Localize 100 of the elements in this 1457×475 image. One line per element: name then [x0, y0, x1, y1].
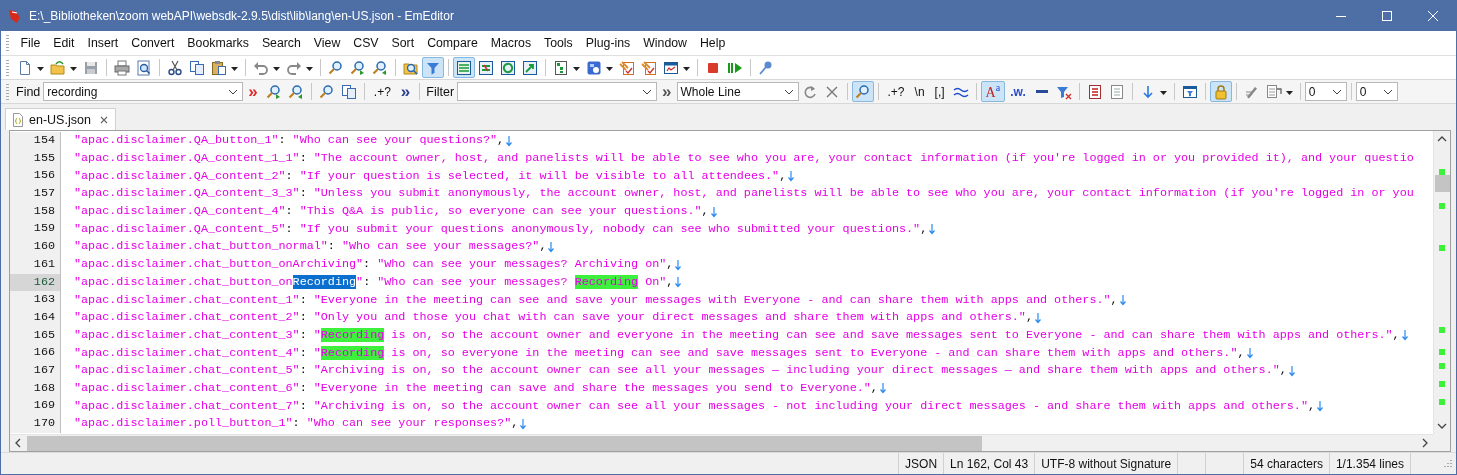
cut-icon	[167, 59, 183, 76]
status-cell: 54 characters	[1243, 453, 1329, 474]
folder-icon	[50, 59, 66, 76]
print-preview-icon	[136, 59, 152, 76]
search-hit-mark	[1439, 399, 1445, 405]
menu-item[interactable]: Macros	[484, 36, 538, 50]
option-button[interactable]: .+?	[368, 81, 396, 102]
line-number: 170	[10, 415, 61, 433]
option-button[interactable]: .+?	[882, 81, 910, 102]
code-line: "apac.disclaimer.QA_content_2": "If your question is selected, it will be visible to all attendees.",	[74, 168, 787, 184]
option-button[interactable]: .w.	[1005, 81, 1031, 102]
lock-button[interactable]	[1209, 81, 1232, 102]
app-icon	[7, 7, 23, 24]
overflow-button[interactable]: »	[662, 83, 672, 100]
window-arrows-icon	[478, 59, 494, 76]
search-hit-mark	[1439, 169, 1445, 175]
document-icon	[1108, 83, 1125, 100]
search-icon	[318, 83, 335, 100]
file-tab[interactable]: en-US.json	[5, 108, 116, 130]
option-button[interactable]: [,]	[929, 81, 950, 102]
menu-item[interactable]: CSV	[346, 36, 386, 50]
scroll-thumb[interactable]	[27, 435, 982, 451]
overflow-button[interactable]: »	[248, 83, 258, 100]
document-icon	[1086, 83, 1103, 100]
menu-item[interactable]: Tools	[537, 36, 580, 50]
menu-item[interactable]: Compare	[420, 36, 485, 50]
code-line: "apac.disclaimer.chat_button_onRecording": "Who can see your messages? Recording On",	[74, 274, 674, 290]
find-next-icon	[265, 83, 282, 100]
code-line: "apac.disclaimer.QA_content_4": "This Q&A is public, so everyone can see your questions.",	[74, 204, 709, 220]
filter-window-icon	[1181, 83, 1198, 100]
line-number: 169	[10, 397, 61, 415]
menu-item[interactable]: File	[14, 36, 47, 50]
combo-field[interactable]	[457, 82, 658, 101]
option-button[interactable]: \n	[909, 81, 930, 102]
line-number: 157	[10, 185, 61, 203]
search-icon	[854, 83, 871, 100]
cube-icon	[586, 59, 602, 76]
search-button[interactable]	[851, 81, 874, 102]
match-case-button[interactable]: A$^{a}$	[980, 81, 1006, 102]
find-previous-icon	[372, 59, 388, 76]
search-hit-mark	[1439, 363, 1445, 369]
chart-window-icon	[663, 59, 679, 76]
copy-icon	[340, 83, 357, 100]
filter-button[interactable]	[422, 57, 444, 78]
menu-item[interactable]: View	[307, 36, 347, 50]
close-icon[interactable]	[98, 114, 109, 125]
search-hit-mark	[1439, 327, 1445, 333]
vertical-scrollbar[interactable]	[1433, 131, 1450, 434]
search-icon	[328, 59, 344, 76]
menu-item[interactable]: Sort	[385, 36, 421, 50]
menu-item[interactable]: Bookmarks	[180, 36, 256, 50]
field-label: Find	[16, 84, 41, 99]
code-line: "apac.disclaimer.chat_content_2": "Only you and those you chat with can save your direct messages and share them with apps and others.",	[74, 310, 1033, 326]
code-line: "apac.disclaimer.QA_button_1": "Who can see your questions?",	[74, 133, 505, 149]
search-hit-mark	[1439, 381, 1445, 387]
dropdown[interactable]: Whole Line	[676, 82, 799, 101]
line-number: 163	[10, 291, 61, 309]
search-hit-mark	[1439, 349, 1445, 355]
window-title: E:\_Bibliotheken\zoom webAPI\websdk-2.9.5\dist\lib\lang\en-US.json - EmEditor	[29, 8, 454, 23]
code-line: "apac.disclaimer.chat_button_normal": "Who can see your messages?",	[74, 239, 547, 255]
status-cell: UTF-8 without Signature	[1034, 453, 1178, 474]
line-number: 166	[10, 344, 61, 362]
horizontal-scrollbar[interactable]	[10, 434, 1433, 451]
code-line: "apac.disclaimer.poll_button_1": "Who can see your responses?",	[74, 416, 519, 432]
lines-button[interactable]	[453, 57, 475, 78]
paste-icon	[211, 59, 227, 76]
dropdown[interactable]: 0	[1304, 82, 1347, 101]
scroll-thumb[interactable]	[1435, 175, 1450, 192]
lines-icon	[456, 59, 472, 76]
new-document-icon	[17, 59, 33, 76]
menu-item[interactable]: Search	[255, 36, 308, 50]
json-file-icon	[12, 112, 24, 127]
code-line: "apac.disclaimer.QA_content_5": "If you submit your questions anonymously, nobody can see who submitted your questions.",	[74, 221, 928, 237]
status-cell: Ln 162, Col 43	[943, 453, 1035, 474]
menu-item[interactable]: Plug-ins	[579, 36, 637, 50]
lock-icon	[1212, 83, 1229, 100]
code-line: "apac.disclaimer.chat_content_4": "Recording is on, so everyone in the meeting can see and save messages sent to Everyone - and can share them with apps and others.",	[74, 345, 1245, 361]
code-line: "apac.disclaimer.chat_content_7": "Archiving is on, so the account owner can see all your messages - not including your direct messages - and share them with apps and others.",	[74, 398, 1316, 414]
redo-icon	[286, 59, 302, 76]
code-line: "apac.disclaimer.chat_content_3": "Recording is on, so the account owner and everyone in the meeting can see and save messages sent to Everyone - and can share them with apps and others.",	[74, 327, 1400, 343]
combo-field[interactable]: recording	[43, 82, 244, 101]
line-number: 156	[10, 167, 61, 186]
code-line: "apac.disclaimer.chat_content_5": "Archiving is on, so the account owner can see all your messages — including your direct messages — and share them with apps and others.",	[74, 363, 1287, 379]
overflow-button[interactable]: »	[400, 83, 411, 100]
search-hit-mark	[1439, 203, 1445, 209]
resize-grip-icon[interactable]	[1441, 458, 1453, 470]
dropdown[interactable]: 0	[1355, 82, 1398, 101]
line-number: 160	[10, 238, 61, 256]
menu-item[interactable]: Edit	[46, 36, 82, 50]
printer-button[interactable]	[111, 57, 133, 78]
pushpin-icon	[758, 59, 774, 76]
line-number: 159	[10, 220, 61, 239]
menu-item[interactable]: Convert	[124, 36, 181, 50]
code-line: "apac.disclaimer.QA_content_1_1": "The account owner, host, and panelists will be able to see who you are, your contact information (if you're logged in or you provided it), and your questio	[74, 151, 1414, 167]
line-number: 154	[10, 132, 61, 150]
code-line: "apac.disclaimer.chat_button_onArchiving": "Who can see your messages? Archiving on",	[74, 257, 674, 273]
menu-item[interactable]: Help	[693, 36, 732, 50]
field-label: Filter	[426, 84, 455, 99]
menu-item[interactable]: Window	[636, 36, 694, 50]
menu-item[interactable]: Insert	[81, 36, 125, 50]
